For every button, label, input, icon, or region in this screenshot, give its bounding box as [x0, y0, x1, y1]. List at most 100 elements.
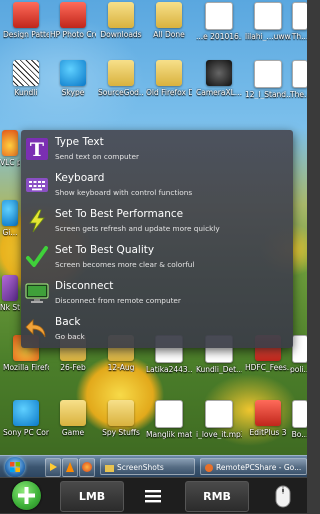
menu-item-subtitle: Screen gets refresh and update more quic… [55, 224, 220, 233]
menu-item-back[interactable]: Back Go back [21, 312, 293, 348]
desktop-icon-sourcegod[interactable]: SourceGod... [98, 60, 144, 97]
desktop-icon-downloads[interactable]: Downloads [98, 2, 144, 39]
desktop-icon-label: All Done [153, 30, 185, 39]
desktop-icon-sony-pc[interactable]: Sony PC Compani... [3, 400, 49, 437]
menu-item-keyboard[interactable]: Keyboard Show keyboard with control func… [21, 168, 293, 204]
right-mouse-button[interactable]: RMB [185, 481, 249, 512]
left-mouse-button[interactable]: LMB [60, 481, 124, 512]
desktop-icon-game[interactable]: Game [50, 400, 96, 437]
menu-item-subtitle: Show keyboard with control functions [55, 188, 193, 197]
desktop-icon-editplus[interactable]: EditPlus 3 [245, 400, 291, 437]
app-icon [2, 275, 18, 301]
desktop-icon-label: SourceGod... [98, 88, 144, 97]
app-icon [2, 200, 18, 226]
desktop-icon-label: poli... [290, 365, 307, 374]
document-icon [155, 400, 183, 428]
checkmark-icon [26, 246, 48, 267]
taskbar-item-label: ScreenShots [117, 463, 164, 472]
taskbar-remotepcshare[interactable]: RemotePCShare - Go... [200, 458, 307, 475]
desktop-icon-kundli[interactable]: Kundli [3, 60, 49, 97]
hamburger-menu-icon [145, 490, 161, 503]
menu-item-subtitle: Disconnect from remote computer [55, 296, 181, 305]
firefox-icon [82, 462, 92, 472]
desktop-icon-label: VLC pl... [0, 158, 20, 167]
desktop-icon-label: Game [61, 428, 85, 437]
desktop-icon-gi[interactable]: Gi... [0, 200, 20, 237]
menu-button[interactable] [142, 485, 164, 507]
desktop-icon-spy-stuffs[interactable]: Spy Stuffs [98, 400, 144, 437]
desktop-icon-label: 12-Aug [107, 363, 135, 372]
desktop-icon-partial-4[interactable]: Bo... [290, 400, 307, 439]
menu-item-disconnect[interactable]: Disconnect Disconnect from remote comput… [21, 276, 293, 312]
desktop-icon-label: HP Photo Creations [50, 30, 96, 39]
desktop-icon-label: Th... [291, 32, 307, 41]
sony-icon [13, 400, 39, 426]
desktop-icon-label: Kundli_Det... [196, 365, 242, 374]
desktop-icon-partial-2[interactable]: The... [290, 60, 307, 99]
desktop-icon-label: The... [290, 90, 307, 99]
desktop-icon-old-firefox-data[interactable]: Old Firefox Data [146, 60, 192, 97]
desktop-icon-nk-stam[interactable]: Nk Stam... [0, 275, 20, 312]
vlc-cone-icon [66, 462, 74, 472]
svg-text:T: T [30, 139, 44, 161]
windows-taskbar: ScreenShots RemotePCShare - Go... [0, 455, 307, 478]
desktop-icon-label: Sony PC Compani... [3, 428, 49, 437]
taskbar-screenshots[interactable]: ScreenShots [100, 458, 195, 475]
desktop-icon-design-patterns[interactable]: Design Patterns(J... [3, 2, 49, 39]
document-icon [254, 60, 282, 88]
hp-photo-icon [60, 2, 86, 28]
desktop-icon-label: Skype [61, 88, 85, 97]
taskbar-firefox[interactable] [79, 458, 95, 477]
document-icon [292, 2, 307, 30]
desktop-icon-label: EditPlus 3 [249, 428, 287, 437]
kundli-icon [13, 60, 39, 86]
desktop-icon-hp-photo[interactable]: HP Photo Creations [50, 2, 96, 39]
type-text-icon: T [26, 138, 48, 161]
back-arrow-icon [25, 319, 46, 338]
taskbar-vlc[interactable] [62, 458, 78, 477]
desktop-icon-label: lilahi_...uww... [245, 32, 291, 41]
desktop-icon-label: Kundli [14, 88, 38, 97]
start-button[interactable] [5, 457, 25, 477]
menu-item-title: Type Text [55, 136, 104, 148]
folder-icon [108, 400, 134, 426]
desktop-icon-label: Design Patterns(J... [3, 30, 49, 39]
desktop-icon-12-i-stand[interactable]: 12_I_Stand... [245, 60, 291, 99]
keyboard-icon [26, 178, 48, 192]
desktop-icon-lilahi[interactable]: lilahi_...uww... [245, 2, 291, 41]
menu-item-best-performance[interactable]: Set To Best Performance Screen gets refr… [21, 204, 293, 240]
menu-item-subtitle: Screen becomes more clear & colorful [55, 260, 195, 269]
menu-item-best-quality[interactable]: Set To Best Quality Screen becomes more … [21, 240, 293, 276]
desktop-icon-label: HDFC_Fees... [245, 363, 291, 372]
desktop-icon-manglik[interactable]: Manglik matrymone... [146, 400, 192, 439]
desktop-icon-cameraxl[interactable]: CameraXL... [196, 60, 242, 97]
add-button[interactable] [12, 481, 41, 510]
menu-item-title: Keyboard [55, 172, 105, 184]
vlc-icon [2, 130, 18, 156]
desktop-icon-i-love-it[interactable]: i_love_it.mp3 [196, 400, 242, 439]
menu-item-subtitle: Send text on computer [55, 152, 140, 161]
desktop-icon-skype[interactable]: Skype [50, 60, 96, 97]
desktop-icon-file-2010[interactable]: ...e 201016... [196, 2, 242, 41]
desktop-icon-label: Gi... [2, 228, 18, 237]
document-icon [292, 400, 307, 428]
pdf-icon [13, 2, 39, 28]
desktop-icon-label: ...e 201016... [196, 32, 242, 41]
desktop-icon-label: 12_I_Stand... [245, 90, 291, 99]
mouse-mode-button[interactable] [270, 481, 296, 510]
desktop-icon-partial-1[interactable]: Th... [290, 2, 307, 41]
menu-item-type-text[interactable]: T Type Text Send text on computer [21, 132, 293, 168]
folder-icon [60, 400, 86, 426]
desktop-icon-all-done[interactable]: All Done [146, 2, 192, 39]
desktop-icon-label: i_love_it.mp3 [196, 430, 242, 439]
taskbar-item-label: RemotePCShare - Go... [216, 463, 302, 472]
desktop-icon-label: Old Firefox Data [146, 88, 192, 97]
remote-actions-menu: T Type Text Send text on computer Keyboa… [21, 130, 293, 348]
menu-item-subtitle: Go back [55, 332, 85, 341]
editplus-icon [255, 400, 281, 426]
menu-item-title: Set To Best Performance [55, 208, 184, 220]
taskbar-media-player[interactable] [45, 458, 61, 477]
skype-icon [60, 60, 86, 86]
folder-icon [108, 60, 134, 86]
desktop-icon-vlc[interactable]: VLC pl... [0, 130, 20, 167]
